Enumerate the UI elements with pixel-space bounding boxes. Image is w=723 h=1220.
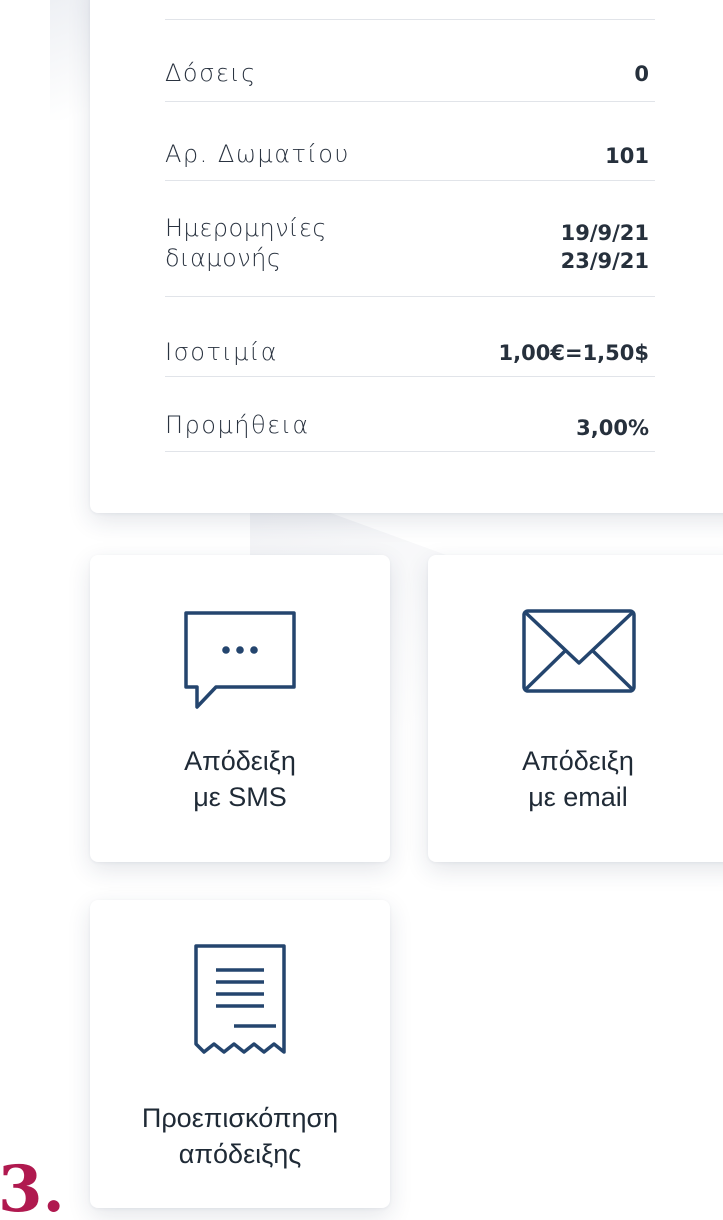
stay-dates-value: 19/9/21 23/9/21 [560, 221, 649, 273]
email-receipt-button[interactable]: Απόδειξη με email [428, 555, 723, 862]
preview-label-line1: Προεπισκόπηση [141, 1103, 339, 1133]
details-row-installments: Δόσεις 0 [165, 52, 655, 102]
divider [165, 19, 655, 20]
sms-label-line2: με SMS [193, 782, 287, 812]
details-row-stay-dates: Ημερομηνίες διαμονής 19/9/21 23/9/21 [165, 209, 655, 297]
exchange-rate-value: 1,00€=1,50$ [498, 341, 649, 365]
details-row-commission: Προμήθεια 3,00% [165, 408, 655, 452]
sms-receipt-button[interactable]: Απόδειξη με SMS [90, 555, 390, 862]
step-number: 3. [0, 1152, 65, 1220]
screen: Δόσεις 0 Αρ. Δωματίου 101 Ημερομηνίες δι… [0, 0, 723, 1220]
receipt-preview-label: Προεπισκόπηση απόδειξης [90, 1100, 390, 1172]
commission-label: Προμήθεια [165, 411, 310, 439]
envelope-icon [522, 609, 636, 693]
room-number-value: 101 [605, 144, 649, 168]
email-label-line1: Απόδειξη [522, 746, 634, 776]
stay-dates-label: Ημερομηνίες διαμονής [165, 214, 327, 272]
sms-label-line1: Απόδειξη [184, 746, 296, 776]
preview-label-line2: απόδειξης [178, 1139, 302, 1169]
email-label-line2: με email [528, 782, 628, 812]
email-receipt-label: Απόδειξη με email [428, 743, 723, 815]
details-row-room: Αρ. Δωματίου 101 [165, 133, 655, 181]
exchange-rate-label: Ισοτιμία [165, 338, 279, 366]
room-number-label: Αρ. Δωματίου [165, 140, 350, 168]
commission-value: 3,00% [576, 416, 649, 440]
chat-bubble-icon [184, 611, 296, 709]
receipt-icon [194, 944, 286, 1054]
receipt-preview-button[interactable]: Προεπισκόπηση απόδειξης [90, 900, 390, 1208]
sms-receipt-label: Απόδειξη με SMS [90, 743, 390, 815]
details-row-exchange-rate: Ισοτιμία 1,00€=1,50$ [165, 334, 655, 377]
installments-label: Δόσεις [165, 59, 257, 87]
installments-value: 0 [634, 62, 649, 86]
